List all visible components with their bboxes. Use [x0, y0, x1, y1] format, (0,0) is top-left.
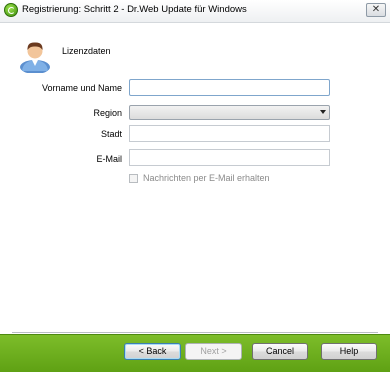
window-title: Registrierung: Schritt 2 - Dr.Web Update… [22, 4, 247, 15]
client-area: Lizenzdaten Vorname und Name Region Stad… [2, 23, 388, 369]
email-input[interactable] [129, 149, 330, 166]
title-bar: Registrierung: Schritt 2 - Dr.Web Update… [0, 0, 390, 23]
drweb-app-icon [4, 3, 18, 17]
next-button[interactable]: Next > [185, 343, 242, 360]
user-icon [20, 42, 50, 73]
registration-window: Registrierung: Schritt 2 - Dr.Web Update… [0, 0, 390, 372]
city-label: Stadt [100, 129, 122, 139]
newsletter-label: Nachrichten per E-Mail erhalten [143, 173, 270, 183]
close-button[interactable]: ✕ [366, 3, 386, 17]
back-button[interactable]: < Back [124, 343, 181, 360]
region-select[interactable] [129, 105, 330, 120]
city-input[interactable] [129, 125, 330, 142]
section-title: Lizenzdaten [62, 46, 111, 56]
chevron-down-icon [320, 110, 326, 114]
newsletter-checkbox[interactable] [129, 174, 138, 183]
region-label: Region [93, 108, 122, 118]
name-input[interactable] [129, 79, 330, 96]
footer-separator [12, 332, 378, 333]
cancel-button[interactable]: Cancel [252, 343, 308, 360]
help-button[interactable]: Help [321, 343, 377, 360]
name-label: Vorname und Name [41, 83, 122, 93]
email-label: E-Mail [96, 154, 122, 164]
